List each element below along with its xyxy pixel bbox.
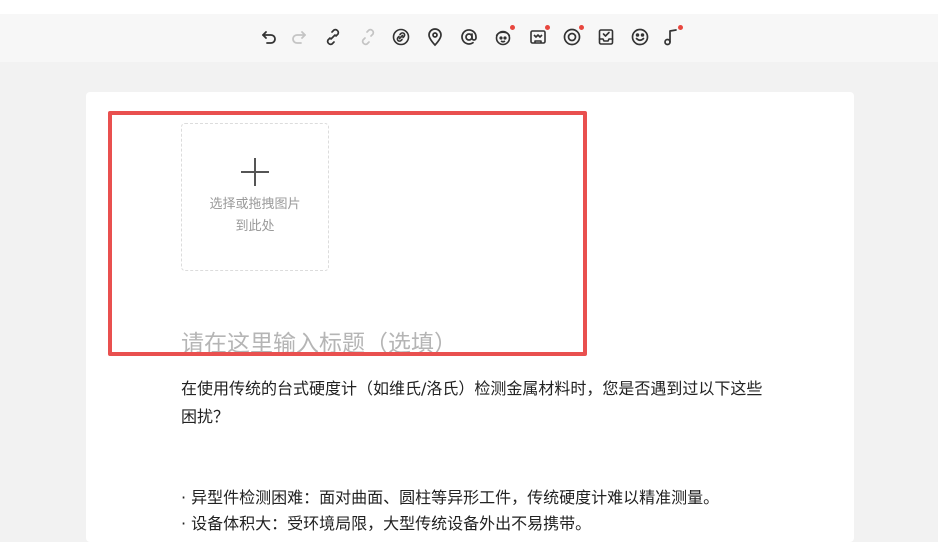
title-input[interactable]	[181, 326, 781, 362]
unlink-icon	[361, 28, 375, 46]
location-icon	[428, 28, 442, 47]
inbox-icon	[598, 29, 614, 45]
music-icon	[664, 29, 677, 46]
target-button[interactable]	[559, 24, 585, 50]
music-badge	[678, 25, 683, 30]
avatar-icon	[495, 30, 511, 46]
location-button[interactable]	[422, 24, 448, 50]
top-strip	[0, 0, 938, 14]
image-upload-dropzone[interactable]: 选择或拖拽图片 到此处	[181, 123, 329, 271]
upload-hint: 选择或拖拽图片 到此处	[182, 194, 328, 238]
emoji-button[interactable]	[627, 24, 653, 50]
link-card-icon	[392, 28, 410, 46]
undo-button[interactable]	[256, 24, 282, 50]
mention-icon	[461, 29, 477, 45]
inbox-button[interactable]	[593, 24, 619, 50]
unlink-button[interactable]	[355, 24, 381, 50]
target-badge	[579, 25, 584, 30]
editor-bullet[interactable]: · 异型件检测困难：面对曲面、圆柱等异形工件，传统硬度计难以精准测量。	[181, 484, 771, 512]
mention-button[interactable]	[456, 24, 482, 50]
upload-hint-line2: 到此处	[235, 219, 275, 234]
undo-icon	[262, 31, 276, 44]
editor-bullet[interactable]: · 设备体积大：受环境局限，大型传统设备外出不易携带。	[181, 510, 771, 538]
redo-icon	[292, 31, 306, 44]
music-button[interactable]	[658, 24, 684, 50]
upload-hint-line1: 选择或拖拽图片	[209, 197, 301, 212]
avatar-button[interactable]	[490, 24, 516, 50]
link-card-button[interactable]	[388, 24, 414, 50]
link-button[interactable]	[320, 24, 346, 50]
image-card-button[interactable]	[525, 24, 551, 50]
link-icon	[326, 28, 340, 46]
image-card-badge	[545, 25, 550, 30]
image-card-icon	[530, 30, 546, 44]
plus-icon	[241, 158, 269, 186]
target-icon	[563, 28, 581, 46]
avatar-badge	[510, 25, 515, 30]
editor-toolbar	[0, 14, 938, 62]
editor-paragraph[interactable]: 在使用传统的台式硬度计（如维氏/洛氏）检测金属材料时，您是否遇到过以下这些困扰？	[181, 375, 771, 431]
emoji-icon	[631, 28, 649, 46]
redo-button[interactable]	[286, 24, 312, 50]
